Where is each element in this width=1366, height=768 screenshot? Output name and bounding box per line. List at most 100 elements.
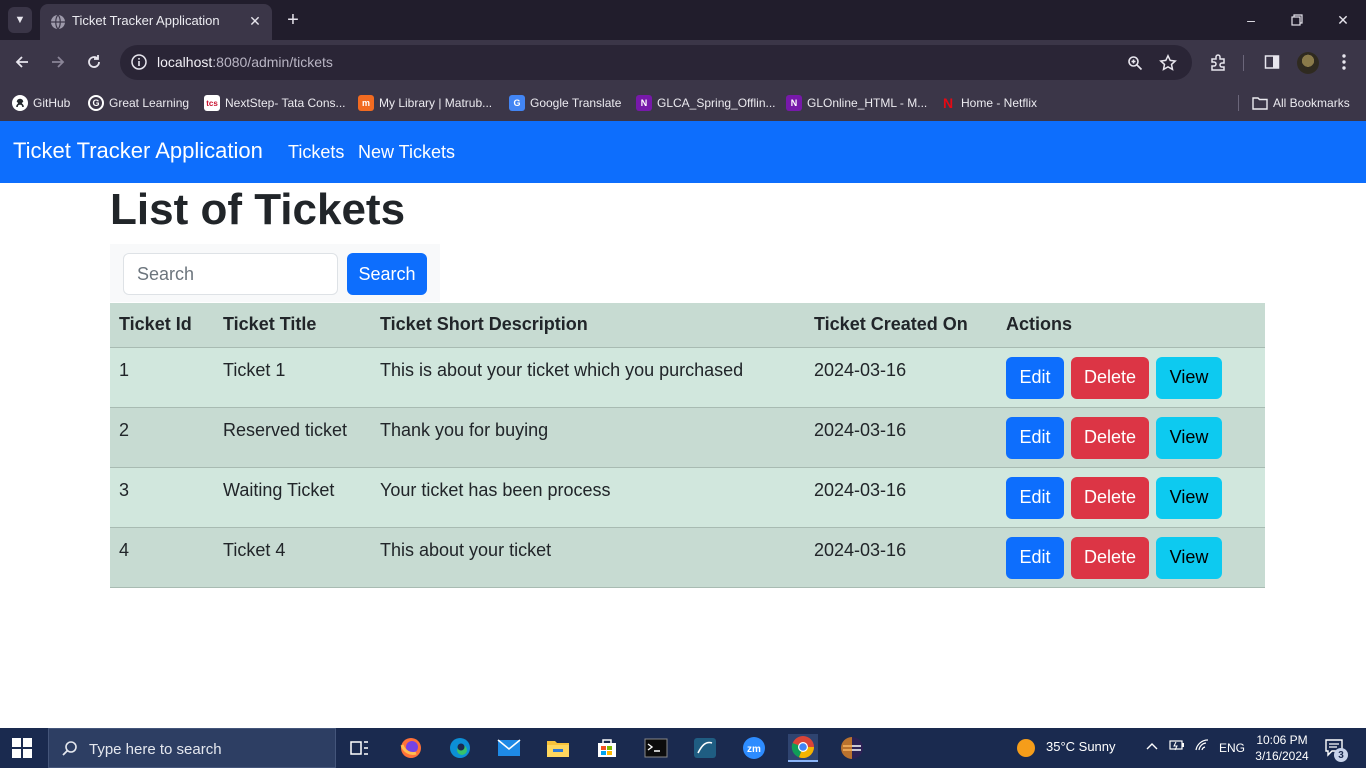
site-info-icon[interactable] [130, 53, 148, 71]
close-tab-icon[interactable]: ✕ [246, 12, 264, 30]
minimize-icon[interactable]: – [1236, 8, 1266, 32]
view-button[interactable]: View [1156, 356, 1223, 399]
onenote-icon: N [636, 95, 652, 111]
mail-icon[interactable] [494, 734, 524, 762]
delete-button[interactable]: Delete [1071, 536, 1150, 579]
toolbar-divider [1243, 55, 1244, 71]
cell-ticket-title: Ticket 1 [214, 347, 371, 408]
google-translate-icon: G [509, 95, 525, 111]
bookmarks-bar: GitHub G Great Learning tcs NextStep- Ta… [0, 85, 1366, 121]
nav-link-tickets[interactable]: Tickets [288, 142, 344, 163]
weather-icon[interactable] [1011, 734, 1041, 762]
bookmark-github[interactable]: GitHub [12, 93, 70, 113]
more-menu-icon[interactable] [1332, 50, 1356, 74]
wifi-icon[interactable] [1195, 739, 1209, 754]
cell-ticket-created-on: 2024-03-16 [805, 347, 997, 408]
cell-ticket-description: Your ticket has been process [371, 467, 805, 528]
great-learning-icon: G [88, 95, 104, 111]
windows-start-icon[interactable] [12, 738, 32, 758]
terminal-icon[interactable] [641, 734, 671, 762]
edit-button[interactable]: Edit [1006, 536, 1064, 579]
page-title: List of Tickets [110, 185, 406, 234]
tab-search-button[interactable]: ▼ [8, 7, 32, 33]
new-tab-icon[interactable]: + [282, 8, 304, 32]
battery-icon[interactable] [1169, 739, 1185, 754]
zoom-app-icon[interactable]: zm [739, 734, 769, 762]
show-hidden-icons-icon[interactable] [1146, 739, 1158, 754]
browser-tab-bar: ▼ Ticket Tracker Application ✕ + – ✕ [0, 0, 1366, 40]
extensions-icon[interactable] [1206, 50, 1230, 74]
reload-icon[interactable] [82, 50, 106, 74]
bookmark-google-translate[interactable]: G Google Translate [509, 93, 621, 113]
edit-button[interactable]: Edit [1006, 416, 1064, 459]
netflix-icon: N [942, 95, 954, 111]
weather-text[interactable]: 35°C Sunny [1046, 739, 1116, 754]
cell-ticket-description: This is about your ticket which you purc… [371, 347, 805, 408]
edge-icon[interactable] [445, 734, 475, 762]
cell-ticket-title: Waiting Ticket [214, 467, 371, 528]
bookmark-glonline-html[interactable]: N GLOnline_HTML - M... [786, 93, 927, 113]
search-icon [62, 741, 77, 756]
table-row: 2 Reserved ticket Thank you for buying 2… [110, 407, 1265, 468]
navbar-brand[interactable]: Ticket Tracker Application [13, 138, 263, 164]
side-panel-icon[interactable] [1260, 50, 1284, 74]
delete-button[interactable]: Delete [1071, 476, 1150, 519]
header-ticket-description: Ticket Short Description [371, 303, 805, 348]
bookmark-netflix[interactable]: N Home - Netflix [940, 93, 1037, 113]
header-ticket-created-on: Ticket Created On [805, 303, 997, 348]
zoom-icon[interactable] [1125, 53, 1145, 73]
browser-toolbar: localhost:8080/admin/tickets [0, 40, 1366, 85]
bookmark-star-icon[interactable] [1158, 53, 1178, 73]
bookmarks-divider [1238, 95, 1239, 111]
search-input[interactable] [123, 253, 338, 295]
bookmark-nextstep[interactable]: tcs NextStep- Tata Cons... [204, 93, 346, 113]
folder-icon [1252, 97, 1268, 110]
cell-ticket-id: 2 [110, 407, 214, 468]
search-button[interactable]: Search [347, 253, 427, 295]
forward-arrow-icon[interactable] [46, 50, 70, 74]
edit-button[interactable]: Edit [1006, 476, 1064, 519]
bookmark-matrubharti[interactable]: m My Library | Matrub... [358, 93, 492, 113]
close-window-icon[interactable]: ✕ [1328, 8, 1358, 32]
cell-ticket-id: 4 [110, 527, 214, 588]
eclipse-icon[interactable] [837, 734, 867, 762]
firefox-icon[interactable] [396, 734, 426, 762]
delete-button[interactable]: Delete [1071, 416, 1150, 459]
file-explorer-icon[interactable] [543, 734, 573, 762]
view-button[interactable]: View [1156, 476, 1223, 519]
microsoft-store-icon[interactable] [592, 734, 622, 762]
task-view-icon[interactable] [345, 734, 375, 762]
browser-tab[interactable]: Ticket Tracker Application ✕ [40, 4, 272, 40]
taskbar-clock[interactable]: 10:06 PM 3/16/2024 [1254, 732, 1310, 764]
web-page: Ticket Tracker Application Tickets New T… [0, 121, 1366, 728]
view-button[interactable]: View [1156, 416, 1223, 459]
address-bar[interactable]: localhost:8080/admin/tickets [120, 45, 1192, 80]
delete-button[interactable]: Delete [1071, 356, 1150, 399]
svg-text:zm: zm [747, 744, 761, 755]
language-indicator[interactable]: ENG [1219, 741, 1245, 755]
table-row: 3 Waiting Ticket Your ticket has been pr… [110, 467, 1265, 528]
view-button[interactable]: View [1156, 536, 1223, 579]
taskbar-search-box[interactable]: Type here to search [48, 728, 336, 768]
nav-link-new-tickets[interactable]: New Tickets [358, 142, 455, 163]
header-actions: Actions [997, 303, 1265, 348]
all-bookmarks-folder[interactable]: All Bookmarks [1252, 93, 1350, 113]
cell-ticket-created-on: 2024-03-16 [805, 407, 997, 468]
back-arrow-icon[interactable] [10, 50, 34, 74]
edit-button[interactable]: Edit [1006, 356, 1064, 399]
cell-ticket-created-on: 2024-03-16 [805, 467, 997, 528]
mysql-workbench-icon[interactable] [690, 734, 720, 762]
restore-icon[interactable] [1282, 8, 1312, 32]
table-row: 1 Ticket 1 This is about your ticket whi… [110, 347, 1265, 408]
bookmark-great-learning[interactable]: G Great Learning [88, 93, 189, 113]
table-header-row: Ticket Id Ticket Title Ticket Short Desc… [110, 303, 1265, 348]
cell-ticket-title: Ticket 4 [214, 527, 371, 588]
bookmark-glca-spring[interactable]: N GLCA_Spring_Offlin... [636, 93, 776, 113]
chevron-down-icon: ▼ [14, 14, 26, 26]
cell-actions: Edit Delete View [997, 527, 1265, 588]
url-text: localhost:8080/admin/tickets [157, 54, 333, 70]
search-form: Search [110, 244, 440, 302]
chrome-icon[interactable] [788, 734, 818, 762]
profile-avatar[interactable] [1297, 52, 1319, 74]
windows-taskbar: Type here to search zm 35°C Sunny ENG 10… [0, 728, 1366, 768]
